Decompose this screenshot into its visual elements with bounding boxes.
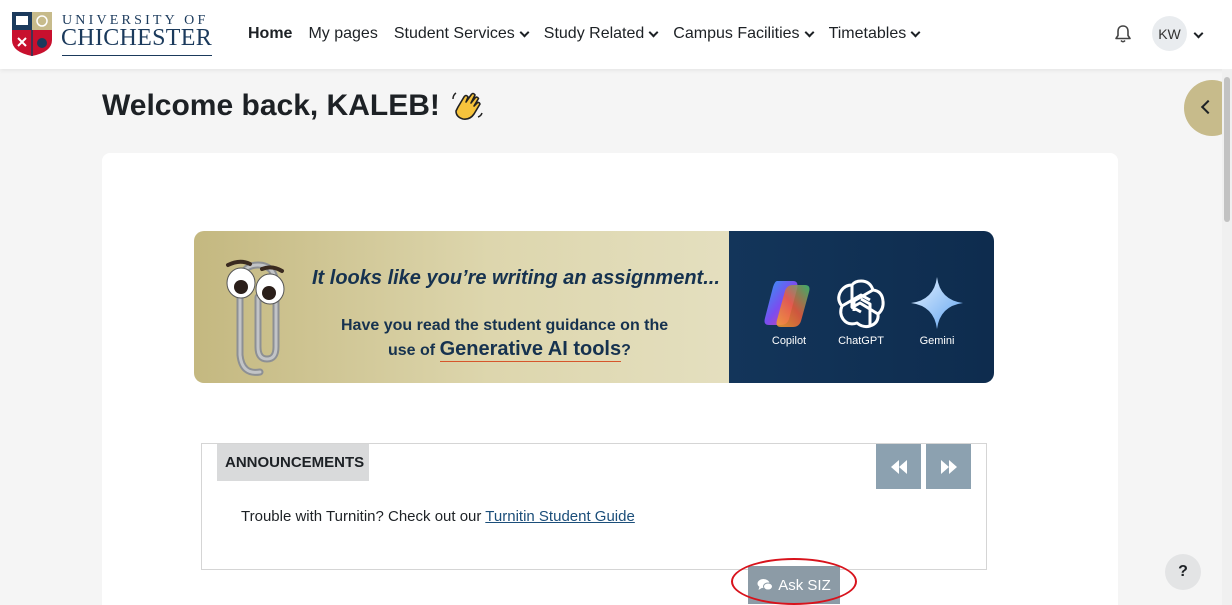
generative-ai-tools-text: Generative AI tools	[439, 338, 622, 362]
nav-timetables-label: Timetables	[828, 25, 907, 42]
nav-timetables[interactable]: Timetables	[828, 22, 921, 46]
chevron-left-icon	[1200, 99, 1216, 115]
nav-study-related-label: Study Related	[543, 25, 645, 42]
chevron-down-icon	[910, 27, 921, 37]
help-button[interactable]: ?	[1165, 554, 1201, 590]
next-announcement-button[interactable]	[926, 444, 971, 489]
user-avatar[interactable]: KW	[1152, 16, 1187, 51]
crest-icon	[12, 12, 52, 56]
bell-icon[interactable]	[1113, 24, 1133, 44]
banner-right-panel: Copilot ChatGPT Gemini	[729, 231, 994, 383]
chevron-down-icon	[648, 27, 659, 37]
gemini-label: Gemini	[919, 335, 955, 347]
chevron-down-icon	[519, 27, 530, 37]
scrollbar-thumb[interactable]	[1224, 77, 1230, 222]
banner-left-panel: It looks like you’re writing an assignme…	[194, 231, 729, 383]
gemini-icon	[911, 277, 963, 329]
nav-study-related[interactable]: Study Related	[543, 22, 659, 46]
logo-line2: CHICHESTER	[61, 25, 213, 51]
copilot-icon	[764, 281, 810, 327]
banner-line3-suffix: ?	[621, 342, 631, 359]
logo-rule	[62, 55, 212, 56]
waving-hand-icon	[452, 92, 483, 120]
nav-student-services[interactable]: Student Services	[393, 22, 530, 46]
banner-headline: It looks like you’re writing an assignme…	[312, 267, 720, 289]
paperclip-mascot-icon	[226, 259, 285, 376]
banner-line3: use of Generative AI tools?	[388, 338, 631, 362]
turnitin-guide-link[interactable]: Turnitin Student Guide	[485, 508, 635, 525]
nav-student-services-label: Student Services	[393, 25, 515, 42]
nav-campus-facilities[interactable]: Campus Facilities	[673, 22, 815, 46]
announcements-title: ANNOUNCEMENTS	[217, 444, 369, 481]
chevron-down-icon[interactable]	[1193, 28, 1204, 39]
fast-forward-icon	[941, 460, 957, 474]
main-nav: Home My pages Student Services Study Rel…	[248, 22, 935, 46]
welcome-text: Welcome back, KALEB!	[102, 89, 440, 122]
banner-line3-prefix: use of	[388, 342, 440, 359]
nav-home-label: Home	[248, 25, 293, 42]
announcement-text: Trouble with Turnitin? Check out our Tur…	[241, 508, 635, 525]
announcement-body: Trouble with Turnitin? Check out our	[241, 508, 486, 525]
previous-announcement-button[interactable]	[876, 444, 921, 489]
highlight-ring	[731, 558, 857, 605]
rewind-icon	[891, 460, 907, 474]
nav-home[interactable]: Home	[248, 22, 292, 46]
page-title: Welcome back, KALEB!	[102, 89, 484, 123]
university-logo[interactable]: UNIVERSITY OF CHICHESTER	[12, 10, 214, 58]
chevron-down-icon	[804, 27, 815, 37]
top-navbar: UNIVERSITY OF CHICHESTER Home My pages S…	[0, 0, 1232, 69]
copilot-label: Copilot	[771, 335, 807, 347]
chatgpt-icon	[837, 279, 885, 329]
chatgpt-label: ChatGPT	[838, 335, 884, 347]
nav-my-pages-label: My pages	[308, 25, 378, 42]
nav-my-pages[interactable]: My pages	[308, 22, 377, 46]
nav-campus-facilities-label: Campus Facilities	[673, 25, 800, 42]
banner-line2: Have you read the student guidance on th…	[341, 317, 669, 334]
ai-guidance-banner[interactable]: It looks like you’re writing an assignme…	[194, 231, 994, 383]
page-scrollbar[interactable]	[1222, 69, 1232, 605]
